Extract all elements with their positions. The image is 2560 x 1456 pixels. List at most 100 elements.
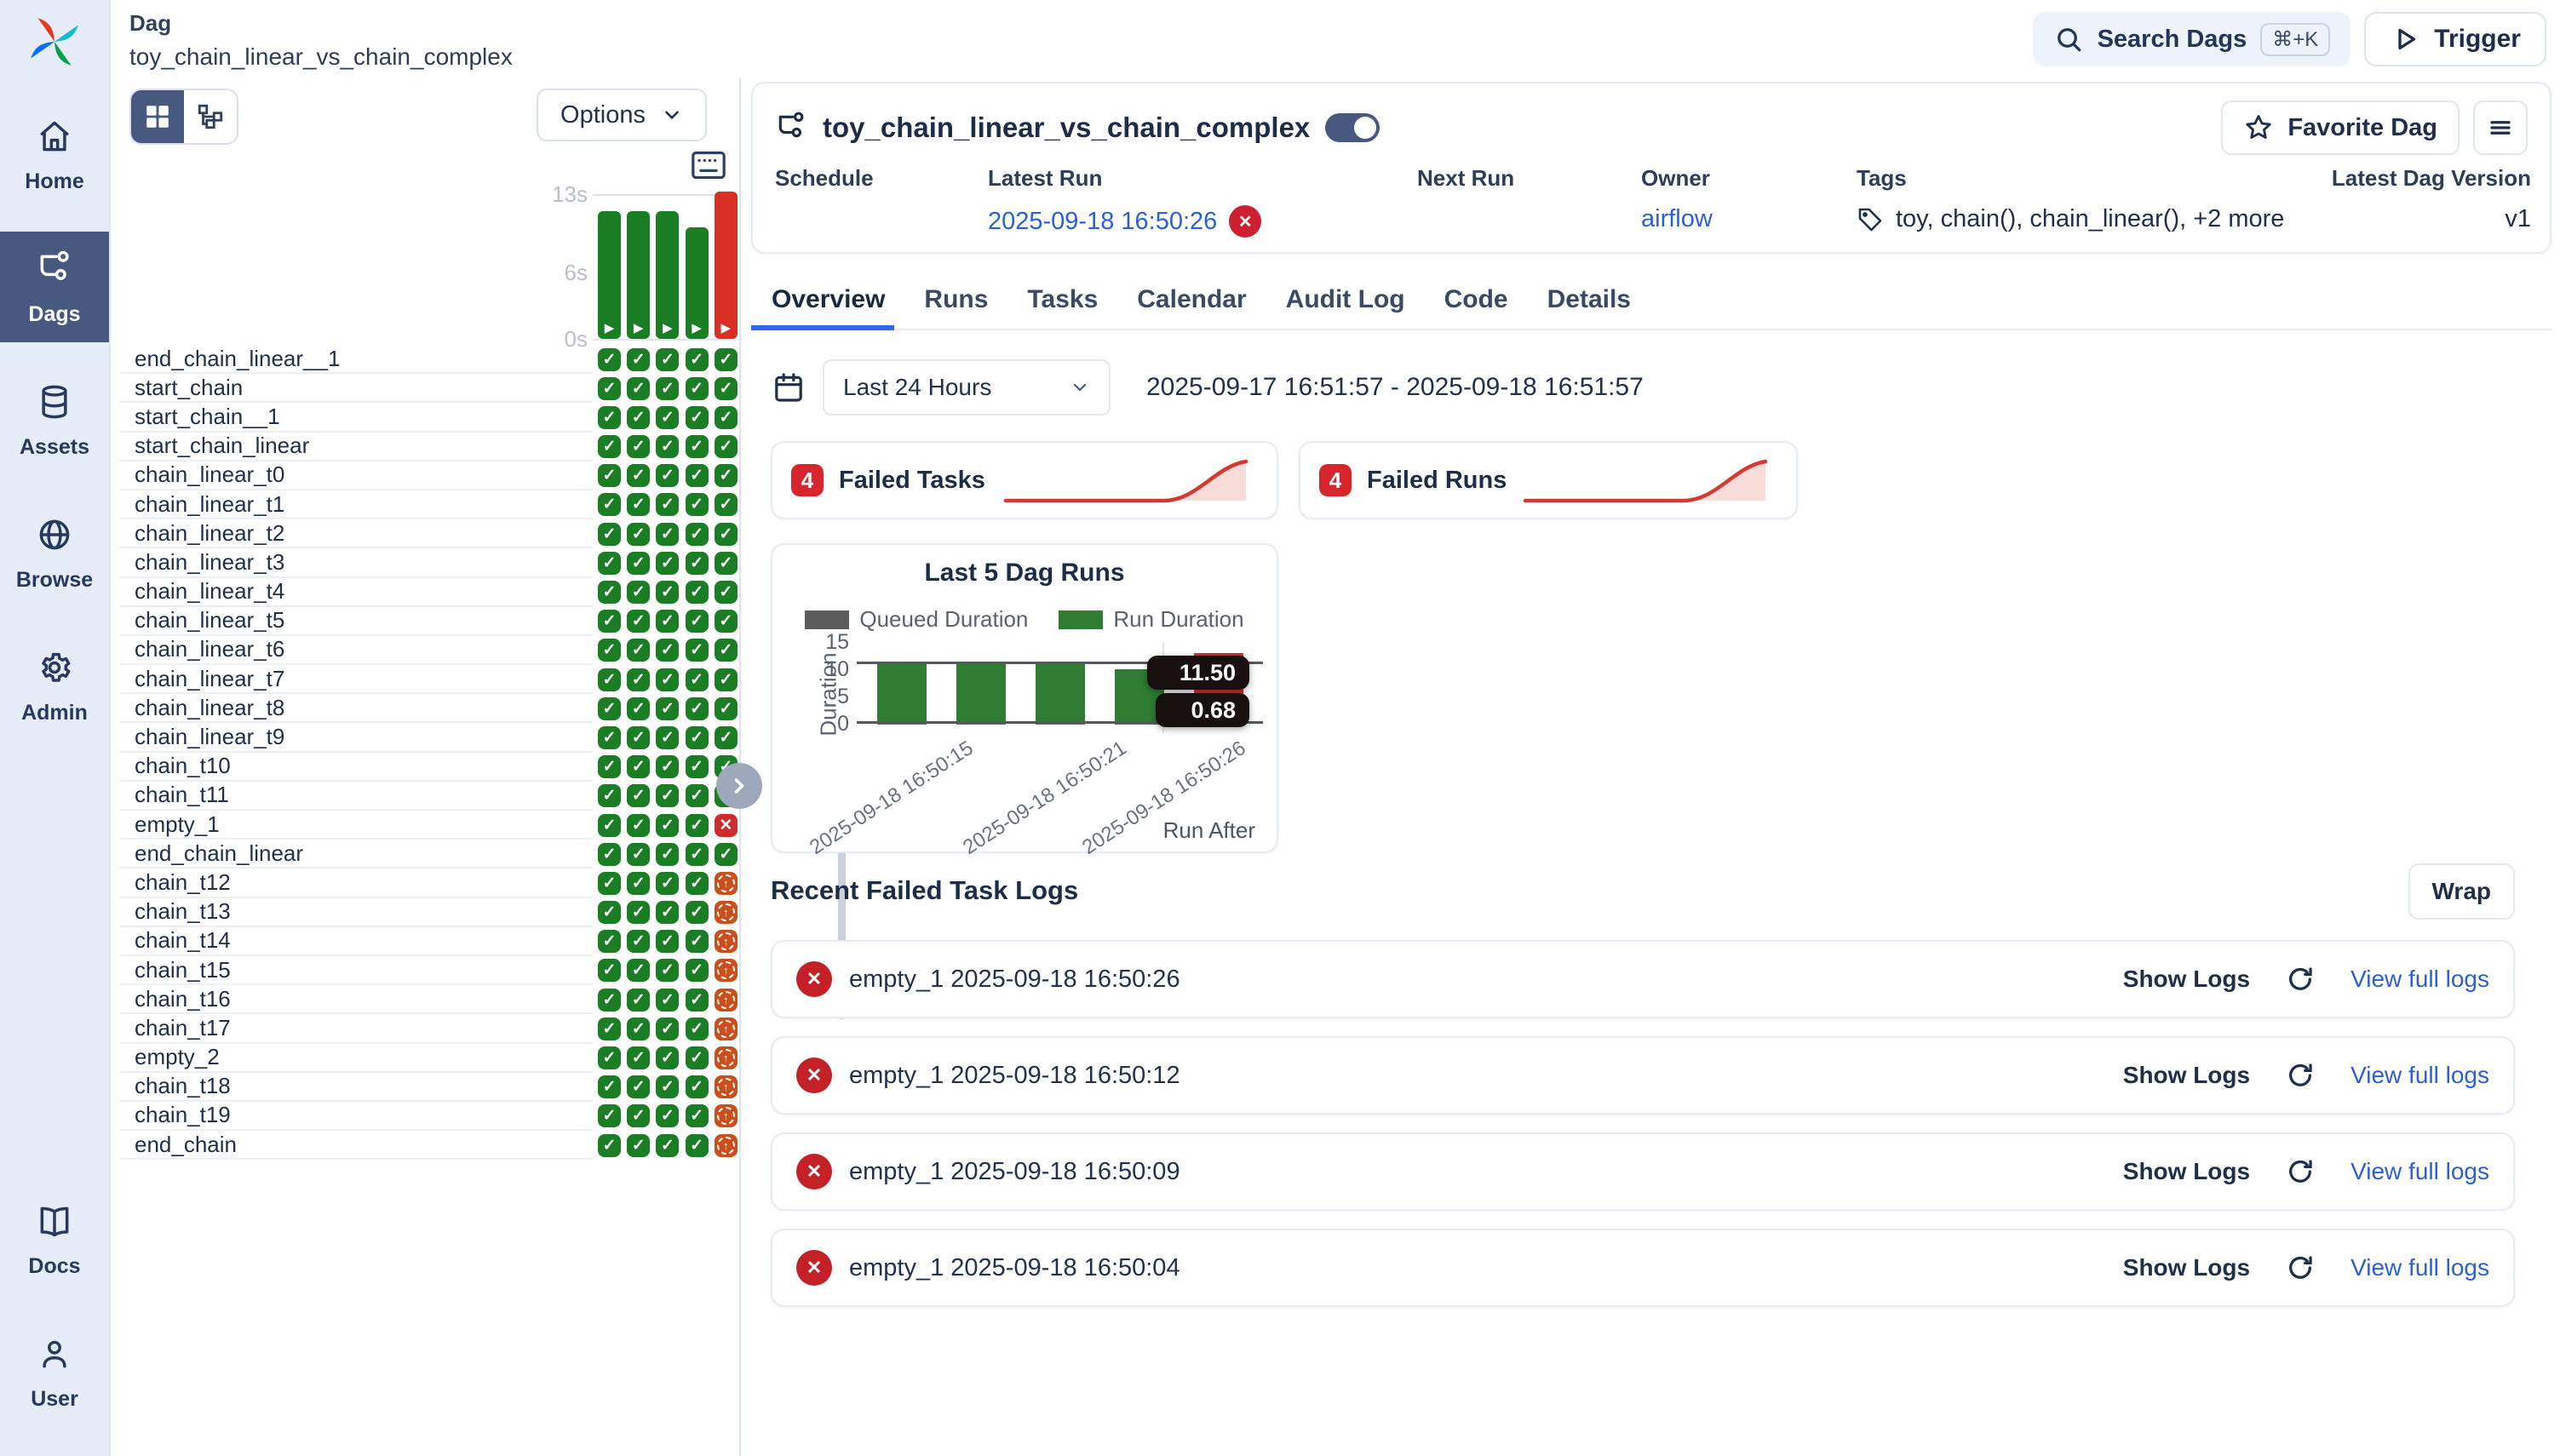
task-instance-upstream-failed[interactable]: ↑ <box>715 1046 738 1069</box>
time-range-select[interactable]: Last 24 Hours <box>823 359 1111 416</box>
task-instance-success[interactable]: ✓ <box>715 639 738 662</box>
refresh-icon[interactable] <box>2286 965 2315 994</box>
task-instance-success[interactable]: ✓ <box>656 1046 679 1069</box>
task-id-label[interactable]: chain_t13 <box>119 898 593 927</box>
show-logs-button[interactable]: Show Logs <box>2123 1254 2250 1281</box>
task-instance-success[interactable]: ✓ <box>686 901 709 924</box>
tab-details[interactable]: Details <box>1547 285 1631 314</box>
task-instance-success[interactable]: ✓ <box>598 493 621 516</box>
task-id-label[interactable]: chain_linear_t9 <box>119 723 593 752</box>
task-id-label[interactable]: chain_linear_t2 <box>119 519 593 548</box>
task-instance-success[interactable]: ✓ <box>715 435 738 458</box>
task-instance-success[interactable]: ✓ <box>656 668 679 691</box>
task-instance-success[interactable]: ✓ <box>598 872 621 895</box>
task-instance-success[interactable]: ✓ <box>656 726 679 749</box>
sidebar-item-assets[interactable]: Assets <box>0 364 109 475</box>
refresh-icon[interactable] <box>2286 1253 2315 1282</box>
task-instance-upstream-failed[interactable]: ↑ <box>715 959 738 982</box>
task-instance-success[interactable]: ✓ <box>686 464 709 487</box>
task-instance-success[interactable]: ✓ <box>656 493 679 516</box>
task-id-label[interactable]: chain_t11 <box>119 782 593 811</box>
task-id-label[interactable]: end_chain <box>119 1131 593 1160</box>
task-instance-success[interactable]: ✓ <box>627 959 650 982</box>
task-instance-upstream-failed[interactable]: ↑ <box>715 930 738 953</box>
task-id-label[interactable]: empty_1 <box>119 811 593 840</box>
task-instance-success[interactable]: ✓ <box>686 726 709 749</box>
task-instance-success[interactable]: ✓ <box>656 784 679 807</box>
task-instance-success[interactable]: ✓ <box>598 639 621 662</box>
task-instance-success[interactable]: ✓ <box>598 1046 621 1069</box>
task-instance-success[interactable]: ✓ <box>656 348 679 371</box>
collapse-panel-handle[interactable] <box>716 763 762 809</box>
task-instance-success[interactable]: ✓ <box>686 1104 709 1127</box>
task-instance-success[interactable]: ✓ <box>715 493 738 516</box>
task-instance-success[interactable]: ✓ <box>627 989 650 1012</box>
task-instance-success[interactable]: ✓ <box>715 523 738 546</box>
task-instance-success[interactable]: ✓ <box>656 435 679 458</box>
task-instance-success[interactable]: ✓ <box>686 435 709 458</box>
task-instance-success[interactable]: ✓ <box>715 843 738 866</box>
task-instance-failed[interactable]: ✕ <box>715 814 738 837</box>
task-id-label[interactable]: chain_linear_t6 <box>119 636 593 665</box>
task-id-label[interactable]: end_chain_linear <box>119 840 593 868</box>
task-id-label[interactable]: chain_linear_t7 <box>119 665 593 694</box>
task-instance-upstream-failed[interactable]: ↑ <box>715 989 738 1012</box>
task-instance-success[interactable]: ✓ <box>656 843 679 866</box>
task-instance-success[interactable]: ✓ <box>686 377 709 400</box>
dag-run-bar-success[interactable]: ▶ <box>598 211 621 339</box>
task-instance-success[interactable]: ✓ <box>627 814 650 837</box>
task-instance-success[interactable]: ✓ <box>598 1075 621 1098</box>
task-instance-success[interactable]: ✓ <box>627 1017 650 1040</box>
task-instance-success[interactable]: ✓ <box>686 639 709 662</box>
task-instance-upstream-failed[interactable]: ↑ <box>715 872 738 895</box>
tab-code[interactable]: Code <box>1444 285 1508 314</box>
task-id-label[interactable]: chain_linear_t5 <box>119 607 593 636</box>
sidebar-item-dags[interactable]: Dags <box>0 232 109 342</box>
sidebar-item-admin[interactable]: Admin <box>0 630 109 741</box>
task-instance-success[interactable]: ✓ <box>598 552 621 575</box>
task-instance-success[interactable]: ✓ <box>598 348 621 371</box>
task-id-label[interactable]: chain_t19 <box>119 1102 593 1131</box>
task-instance-success[interactable]: ✓ <box>656 523 679 546</box>
task-id-label[interactable]: chain_linear_t4 <box>119 578 593 607</box>
task-instance-success[interactable]: ✓ <box>598 610 621 633</box>
view-full-logs-link[interactable]: View full logs <box>2350 1062 2489 1089</box>
task-instance-success[interactable]: ✓ <box>627 435 650 458</box>
task-instance-success[interactable]: ✓ <box>656 959 679 982</box>
task-instance-success[interactable]: ✓ <box>686 523 709 546</box>
task-instance-success[interactable]: ✓ <box>598 377 621 400</box>
tags-value[interactable]: toy, chain(), chain_linear(), +2 more <box>1896 205 2284 233</box>
tab-overview[interactable]: Overview <box>772 285 885 314</box>
show-logs-button[interactable]: Show Logs <box>2123 1062 2250 1089</box>
task-instance-upstream-failed[interactable]: ↑ <box>715 1017 738 1040</box>
task-instance-success[interactable]: ✓ <box>627 668 650 691</box>
dag-run-bar-failed[interactable]: ▶ <box>715 192 738 339</box>
task-instance-success[interactable]: ✓ <box>686 755 709 778</box>
search-dags-button[interactable]: Search Dags ⌘+K <box>2033 12 2351 66</box>
task-instance-success[interactable]: ✓ <box>686 872 709 895</box>
task-instance-success[interactable]: ✓ <box>686 697 709 720</box>
task-instance-success[interactable]: ✓ <box>598 755 621 778</box>
failed-runs-card[interactable]: 4 Failed Runs <box>1299 441 1798 519</box>
task-instance-success[interactable]: ✓ <box>656 1134 679 1157</box>
task-instance-success[interactable]: ✓ <box>656 989 679 1012</box>
task-instance-success[interactable]: ✓ <box>598 406 621 429</box>
task-instance-success[interactable]: ✓ <box>686 552 709 575</box>
task-id-label[interactable]: end_chain_linear__1 <box>119 345 593 374</box>
task-instance-success[interactable]: ✓ <box>656 610 679 633</box>
task-instance-success[interactable]: ✓ <box>627 697 650 720</box>
tab-tasks[interactable]: Tasks <box>1027 285 1098 314</box>
task-instance-success[interactable]: ✓ <box>598 901 621 924</box>
task-instance-success[interactable]: ✓ <box>598 989 621 1012</box>
task-instance-success[interactable]: ✓ <box>598 1134 621 1157</box>
task-instance-upstream-failed[interactable]: ↑ <box>715 1104 738 1127</box>
task-instance-success[interactable]: ✓ <box>715 581 738 604</box>
task-instance-success[interactable]: ✓ <box>627 523 650 546</box>
task-id-label[interactable]: chain_t15 <box>119 956 593 985</box>
task-instance-success[interactable]: ✓ <box>686 930 709 953</box>
task-instance-success[interactable]: ✓ <box>656 581 679 604</box>
task-instance-success[interactable]: ✓ <box>627 581 650 604</box>
task-instance-success[interactable]: ✓ <box>715 726 738 749</box>
task-id-label[interactable]: chain_t10 <box>119 753 593 782</box>
task-instance-success[interactable]: ✓ <box>627 1104 650 1127</box>
